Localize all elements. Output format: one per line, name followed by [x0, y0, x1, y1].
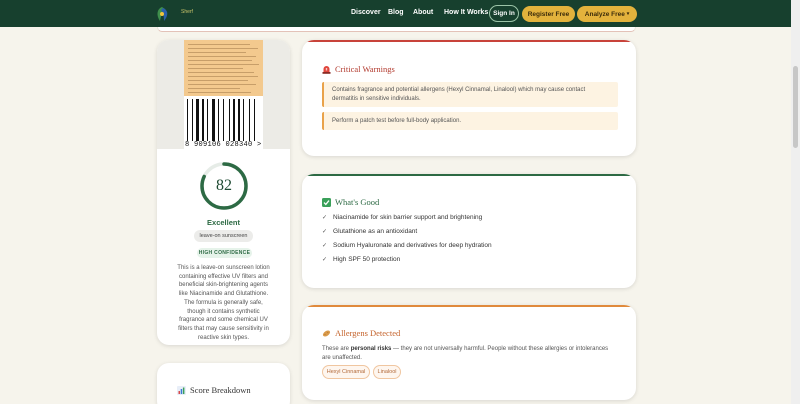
product-description: This is a leave-on sunscreen lotion cont… — [177, 265, 270, 341]
previous-card-bottom — [157, 27, 636, 32]
nav-link-how-it-works[interactable]: How It Works — [444, 9, 488, 16]
allergen-chip-linalool[interactable]: Linalool — [373, 365, 401, 379]
barcode-image: 8 909106 028340 > — [184, 96, 263, 149]
allergens-heading: Allergens Detected — [322, 328, 400, 338]
barcode-bar — [238, 99, 240, 141]
warning-item: Perform a patch test before full-body ap… — [322, 112, 618, 130]
check-icon: ✓ — [322, 229, 328, 235]
barcode-bar — [249, 99, 250, 141]
check-icon: ✓ — [322, 215, 328, 221]
whats-good-card: What's Good ✓ Niacinamide for skin barrie… — [302, 174, 636, 288]
barcode-bar — [233, 99, 235, 141]
barcode-bar — [202, 99, 204, 141]
good-item-text: High SPF 50 protection — [333, 256, 401, 263]
warning-item: Contains fragrance and potential allerge… — [322, 82, 618, 107]
barcode-bar — [218, 99, 219, 141]
barcode-bar — [223, 99, 224, 141]
barcode-bar — [212, 99, 215, 141]
chevron-down-icon: ▾ — [626, 11, 630, 17]
good-item-text: Sodium Hyaluronate and derivatives for d… — [333, 242, 492, 249]
allergens-note: These are personal risks — they are not … — [322, 345, 612, 362]
critical-warnings-title: Critical Warnings — [335, 64, 395, 74]
score-breakdown-title: Score Breakdown — [190, 385, 251, 395]
barcode-bar — [192, 99, 193, 141]
score-breakdown-card: Score Breakdown — [157, 363, 290, 404]
whats-good-title: What's Good — [335, 197, 380, 207]
allergens-note-prefix: These are — [322, 346, 351, 352]
register-button[interactable]: Register Free — [522, 6, 575, 22]
good-item: ✓ Sodium Hyaluronate and derivatives for … — [322, 242, 492, 249]
good-item: ✓ Glutathione as an antioxidant — [322, 228, 417, 235]
whats-good-heading: What's Good — [322, 197, 379, 207]
critical-warnings-heading: Critical Warnings — [322, 64, 395, 74]
good-item: ✓ High SPF 50 protection — [322, 256, 400, 263]
barcode-bar — [187, 99, 188, 141]
sign-in-button[interactable]: Sign In — [489, 5, 519, 22]
check-box-icon — [322, 197, 331, 207]
product-type-badge: leave-on sunscreen — [194, 230, 253, 242]
barcode-number: 8 909106 028340 > — [185, 141, 262, 149]
allergen-chip-hexyl-cinnamal[interactable]: Hexyl Cinnamal — [322, 365, 370, 379]
bar-chart-icon — [177, 385, 186, 395]
product-label-image — [184, 40, 263, 96]
score-rating: Excellent — [207, 218, 240, 227]
analyze-button[interactable]: Analyze Free ▾ — [577, 6, 637, 22]
product-photo: 8 909106 028340 > — [157, 40, 290, 149]
logo-icon[interactable] — [153, 6, 171, 22]
check-icon: ✓ — [322, 243, 328, 249]
scrollbar-thumb[interactable] — [793, 66, 798, 148]
confidence-badge: HIGH CONFIDENCE — [197, 248, 252, 258]
barcode-bar — [207, 99, 208, 141]
nav-link-about[interactable]: About — [413, 9, 433, 16]
good-item: ✓ Niacinamide for skin barrier support an… — [322, 214, 482, 221]
allergens-note-bold: personal risks — [350, 346, 392, 352]
barcode-bar — [196, 99, 199, 141]
barcode-bar — [254, 99, 255, 141]
nav-link-blog[interactable]: Blog — [388, 9, 404, 16]
nav-link-discover[interactable]: Discover — [351, 9, 381, 16]
top-navbar: Sherf Discover Blog About How It Works S… — [0, 0, 791, 27]
barcode-bar — [229, 99, 230, 141]
allergens-card: Allergens Detected These are personal ri… — [302, 305, 636, 400]
peanut-icon — [322, 329, 331, 337]
good-item-text: Niacinamide for skin barrier support and… — [333, 214, 483, 221]
scrollbar-track[interactable] — [791, 0, 800, 404]
siren-icon — [322, 65, 331, 74]
allergens-title: Allergens Detected — [335, 328, 401, 338]
product-summary-card: 8 909106 028340 > 82 Excellent leave-on … — [157, 40, 290, 345]
check-icon: ✓ — [322, 257, 328, 263]
barcode-bar — [243, 99, 244, 141]
brand-name[interactable]: Sherf — [181, 9, 193, 15]
good-item-text: Glutathione as an antioxidant — [333, 228, 418, 235]
analyze-button-label: Analyze Free — [584, 10, 625, 18]
critical-warnings-card: Critical Warnings Contains fragrance and… — [302, 40, 636, 156]
score-value: 82 — [216, 177, 232, 194]
